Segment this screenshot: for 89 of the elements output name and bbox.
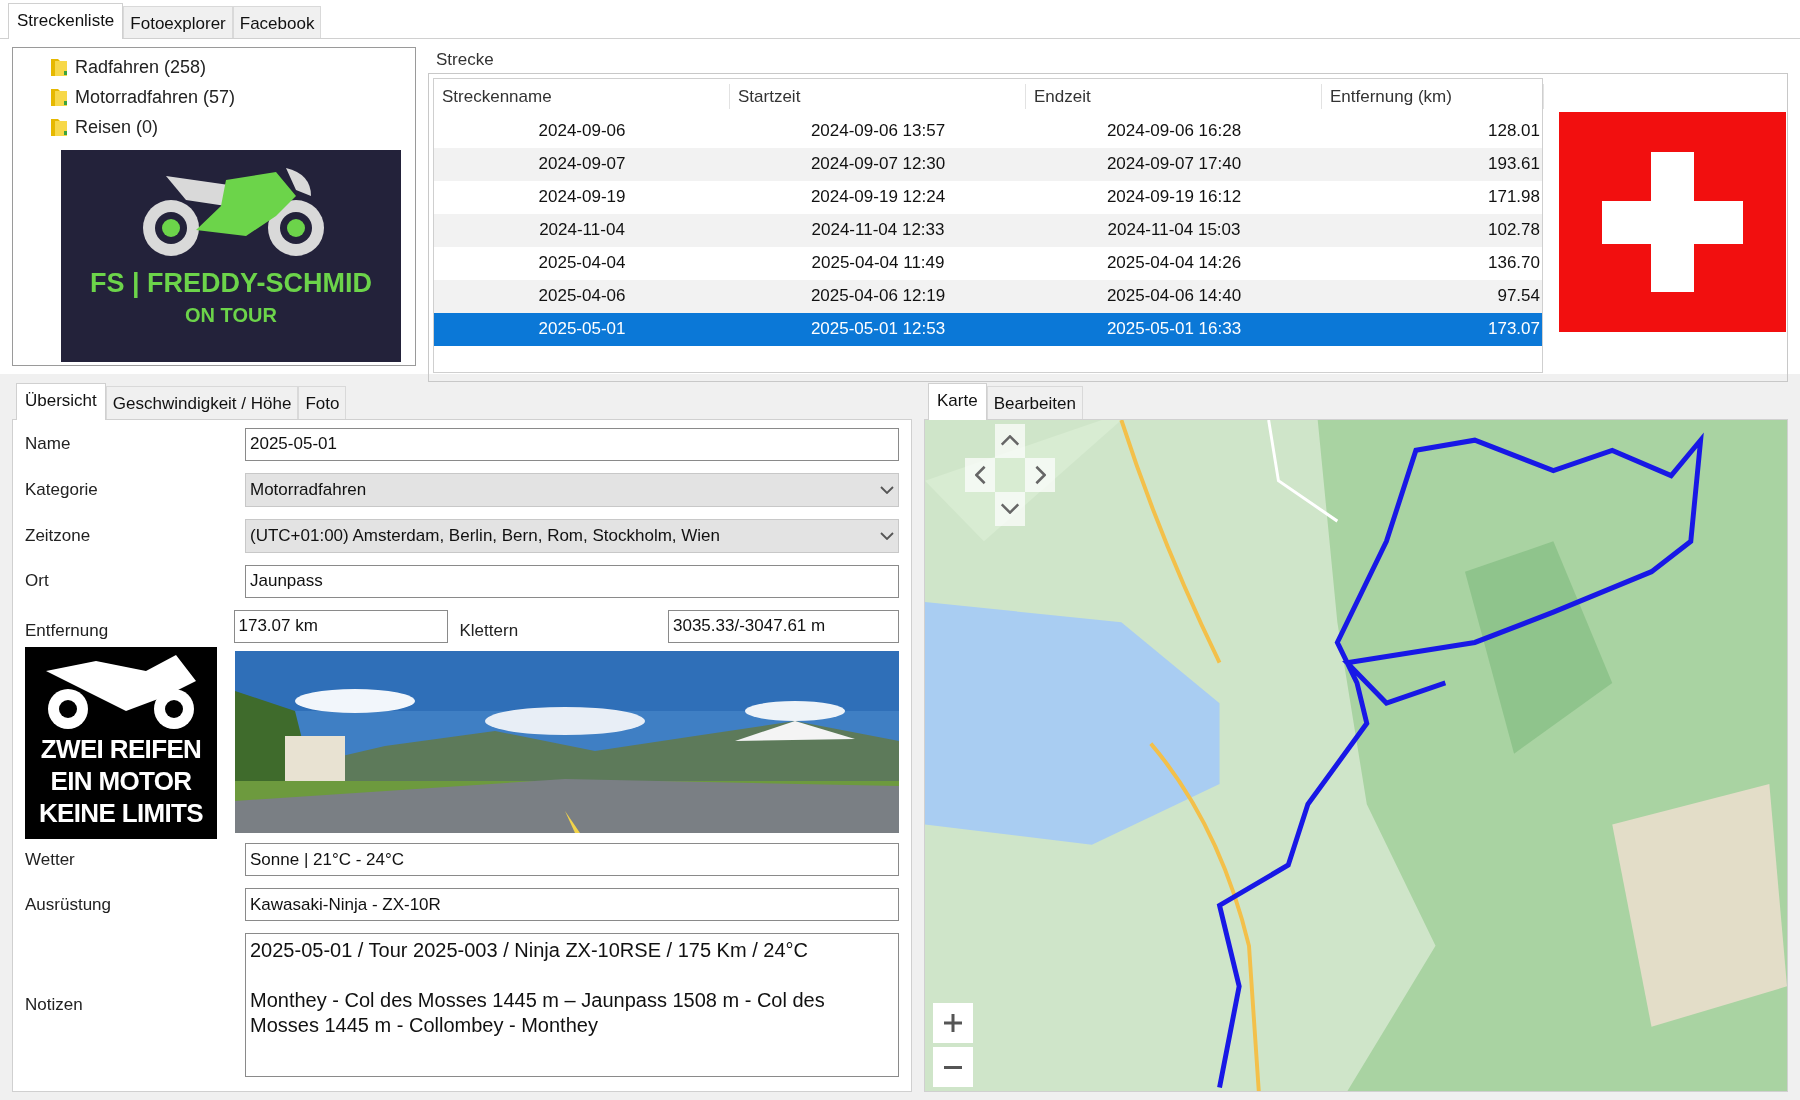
tree-item[interactable]: Radfahren (258) <box>75 53 207 81</box>
table-cell-text: 136.70 <box>1487 252 1541 275</box>
folder-icon <box>49 116 69 138</box>
field-label: Ort <box>25 571 49 591</box>
input-field[interactable]: Kawasaki-Ninja - ZX-10R <box>245 888 899 921</box>
group-title: Strecke <box>436 49 495 71</box>
input-field[interactable]: Jaunpass <box>245 564 899 598</box>
sticker-text: KEINE LIMITS <box>38 797 204 829</box>
chevron-down-icon <box>1000 503 1020 514</box>
logo-title: FS | FREDDY-SCHMID <box>89 270 373 297</box>
logo-subtitle: ON TOUR <box>185 305 277 325</box>
table-cell-text: 2025-04-06 12:19 <box>809 285 947 308</box>
notes-field[interactable]: 2025-05-01 / Tour 2025-003 / Ninja ZX-10RSE / 175 Km / 24°C Monthey - Col des Mosses 1445 m – Jaunpass 1508 m - Col des Mosses 1445 m - Collombey - Monthey <box>245 933 899 1077</box>
tab[interactable]: Bearbeiten <box>986 386 1083 419</box>
table-cell-text: 2024-09-07 12:30 <box>809 153 947 176</box>
zoom-in-button[interactable] <box>933 1003 973 1043</box>
table-row[interactable]: 2024-09-07 2024-09-07 12:30 2024-09-07 17:40 193.61 <box>434 147 1542 181</box>
table-cell-text: 2024-09-07 17:40 <box>1105 153 1243 176</box>
table-cell-text: 102.78 <box>1487 219 1541 242</box>
table-cell-text: 2025-04-04 <box>537 252 627 275</box>
table-row[interactable]: 2025-04-06 2025-04-06 12:19 2025-04-06 14:40 97.54 <box>434 279 1542 313</box>
chevron-down-icon <box>880 531 894 540</box>
table-cell-text: 2025-04-04 11:49 <box>810 252 946 275</box>
tab[interactable]: Facebook <box>232 5 322 38</box>
column-header[interactable]: Startzeit <box>730 83 1026 110</box>
column-header[interactable]: Endzeit <box>1026 83 1322 110</box>
swiss-flag-icon <box>1559 111 1786 332</box>
chevron-up-icon <box>1000 435 1020 446</box>
field-label: Klettern <box>459 620 519 640</box>
dropdown[interactable]: Motorradfahren <box>245 472 899 507</box>
folder-icon <box>49 86 69 108</box>
table-cell-text: 2024-09-19 16:12 <box>1105 186 1243 209</box>
dropdown[interactable]: (UTC+01:00) Amsterdam, Berlin, Bern, Rom, Stockholm, Wien <box>245 518 899 553</box>
table-cell-text: 173.07 <box>1487 318 1541 341</box>
table-cell-text: 2024-11-04 12:33 <box>810 219 946 242</box>
sticker-text: ZWEI REIFEN <box>40 733 202 765</box>
zoom-out-button[interactable] <box>933 1047 973 1087</box>
zoom-in-icon <box>944 1014 962 1032</box>
chevron-down-icon <box>880 485 894 494</box>
field-label: Name <box>25 434 71 454</box>
table-cell-text: 97.54 <box>1496 285 1541 308</box>
table-cell-text: 171.98 <box>1487 186 1541 209</box>
table-cell-text: 2025-05-01 16:33 <box>1105 318 1243 341</box>
input-field[interactable]: 2025-05-01 <box>245 427 899 461</box>
tree-item[interactable]: Motorradfahren (57) <box>75 83 236 111</box>
column-header[interactable]: Streckenname <box>434 83 730 110</box>
input-field[interactable]: 173.07 km <box>233 609 448 643</box>
table-cell-text: 2024-09-07 <box>537 153 627 176</box>
table-cell-text: 128.01 <box>1487 120 1541 143</box>
table-cell-text: 2025-05-01 <box>537 318 627 341</box>
field-label: Notizen <box>25 995 83 1015</box>
sticker-text: EIN MOTOR <box>50 765 192 797</box>
table-cell-text: 2025-04-04 14:26 <box>1105 252 1243 275</box>
table-cell-text: 2024-09-06 16:28 <box>1105 120 1243 143</box>
tab[interactable]: Geschwindigkeit / Höhe <box>105 386 299 419</box>
table-cell-text: 193.61 <box>1487 153 1541 176</box>
table-cell-text: 2025-04-06 <box>537 285 627 308</box>
table-cell-text: 2024-09-06 13:57 <box>809 120 947 143</box>
field-label: Entfernung <box>25 620 109 640</box>
tab[interactable]: Streckenliste <box>8 2 124 39</box>
column-header[interactable]: Entfernung (km) <box>1322 83 1544 110</box>
tree-item[interactable]: Reisen (0) <box>75 113 159 141</box>
tab[interactable]: Karte <box>928 383 987 420</box>
table-row[interactable]: 2024-11-04 2024-11-04 12:33 2024-11-04 15:03 102.78 <box>434 213 1542 247</box>
tab[interactable]: Foto <box>298 386 347 419</box>
field-label: Ausrüstung <box>25 894 111 914</box>
table-row[interactable]: 2025-05-01 2025-05-01 12:53 2025-05-01 16:33 173.07 <box>434 312 1542 346</box>
input-field[interactable]: Sonne | 21°C - 24°C <box>245 843 899 876</box>
pan-down-button[interactable] <box>995 491 1025 526</box>
table-cell-text: 2024-09-19 12:24 <box>809 186 947 209</box>
field-label: Kategorie <box>25 479 98 499</box>
field-label: Zeitzone <box>25 525 91 545</box>
table-cell-text: 2025-04-06 14:40 <box>1105 285 1243 308</box>
field-label: Wetter <box>25 849 75 869</box>
table-cell-text: 2024-11-04 15:03 <box>1106 219 1242 242</box>
chevron-left-icon <box>974 464 986 485</box>
tab[interactable]: Übersicht <box>16 383 106 420</box>
folder-icon <box>49 56 69 78</box>
table-cell-text: 2024-11-04 <box>538 219 626 242</box>
pan-left-button[interactable] <box>965 457 995 492</box>
zoom-out-icon <box>944 1065 962 1069</box>
input-field[interactable]: 3035.33/-3047.61 m <box>668 609 899 643</box>
table-cell-text: 2025-05-01 12:53 <box>809 318 947 341</box>
table-cell-text: 2024-09-06 <box>537 120 627 143</box>
pan-right-button[interactable] <box>1025 457 1055 492</box>
pan-up-button[interactable] <box>995 423 1025 458</box>
table-cell-text: 2024-09-19 <box>537 186 627 209</box>
chevron-right-icon <box>1034 464 1046 485</box>
tab[interactable]: Fotoexplorer <box>123 5 233 38</box>
